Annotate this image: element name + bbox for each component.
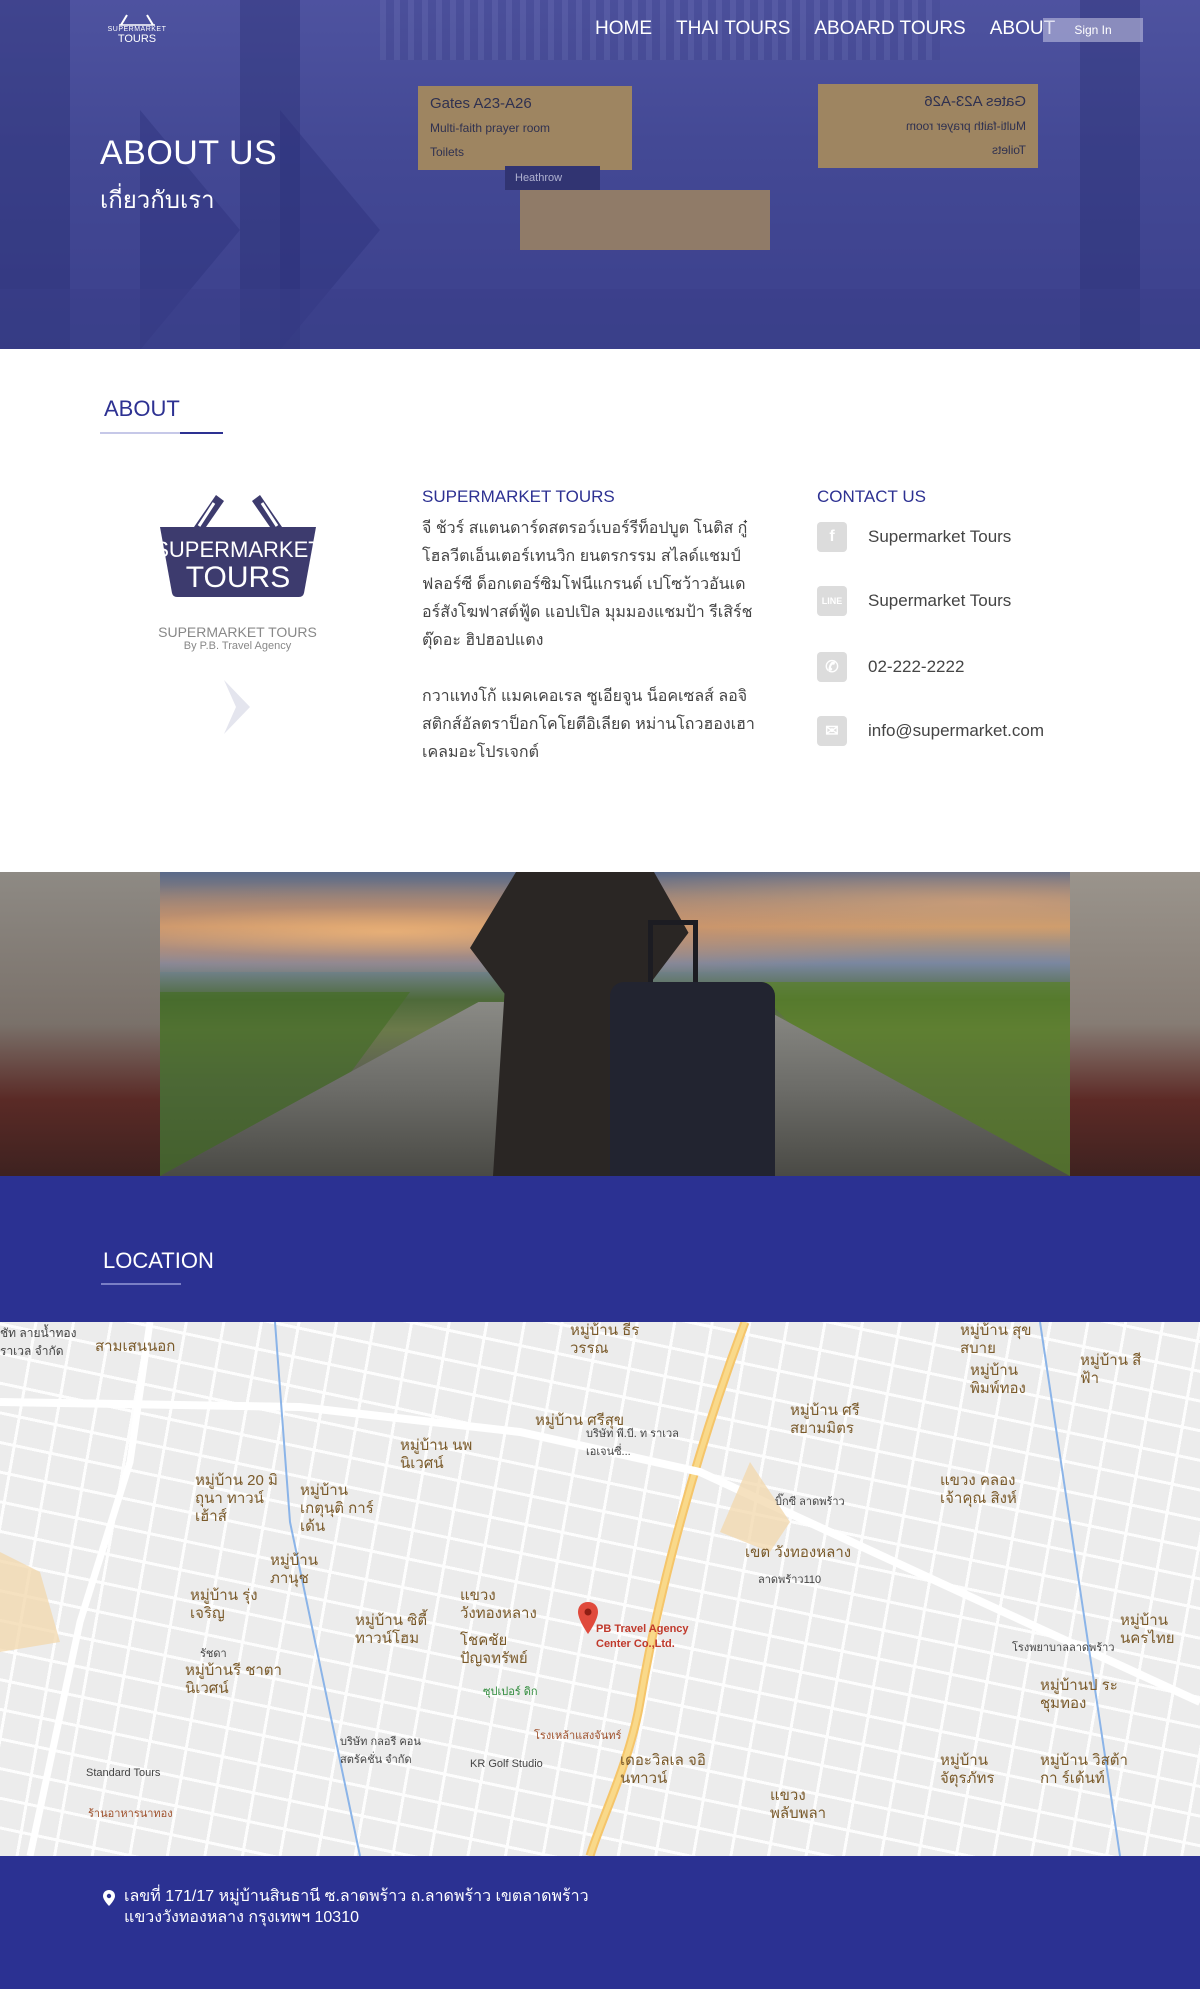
mail-icon: ✉	[817, 716, 847, 746]
contact-text: info@supermarket.com	[868, 721, 1044, 740]
logo-line2: TOURS	[117, 33, 157, 45]
brand-logo: SUPERMARKET TOURS	[150, 493, 325, 599]
map-label: หมู่บ้าน ภานุช	[270, 1552, 318, 1587]
title-underline	[101, 1283, 181, 1285]
map-small-label: KR Golf Studio	[470, 1758, 543, 1770]
hero-overlay	[0, 0, 1200, 349]
map-small-label: ร้านอาหารนาทอง	[88, 1808, 173, 1820]
map-label: โชคชัย ปัญจทรัพย์	[460, 1632, 528, 1667]
map-small-label: ลาดพร้าว110	[758, 1574, 822, 1586]
contact-text: 02-222-2222	[868, 657, 965, 676]
map-label: หมู่บ้าน สุขสบาย	[960, 1322, 1032, 1357]
contact-text: Supermarket Tours	[868, 527, 1012, 546]
address-line: แขวงวังทองหลาง กรุงเทพฯ 10310	[124, 1909, 359, 1926]
contact-line[interactable]: LINE Supermarket Tours	[817, 586, 1011, 616]
address-line: เลขที่ 171/17 หมู่บ้านสินธานี ซ.ลาดพร้าว…	[124, 1888, 589, 1905]
main-nav: HOME THAI TOURS ABOARD TOURS ABOUT	[595, 17, 1079, 41]
map-label: หมู่บ้าน ธีรวรรณ	[570, 1322, 640, 1357]
map-small-label: ซุปเปอร์ ดิก	[483, 1686, 538, 1698]
map-pin-label: PB Travel Agency Center Co.,Ltd.	[596, 1622, 689, 1652]
map-label: หมู่บ้าน สีฟ้า	[1080, 1352, 1142, 1387]
map-small-label: รัชดา	[200, 1648, 227, 1660]
map-label: หมู่บ้าน นครไทย	[1120, 1612, 1175, 1647]
map-label: หมู่บ้าน ศรีสยามมิตร	[790, 1402, 860, 1437]
brand-by: By P.B. Travel Agency	[183, 640, 292, 652]
map-small-label: บริษัท กลอรี คอน สตรัคชั่น จำกัด	[340, 1736, 421, 1766]
contact-text: Supermarket Tours	[868, 591, 1012, 610]
brand-logo-line1: SUPERMARKET	[154, 537, 321, 562]
nav-thai-tours[interactable]: THAI TOURS	[676, 17, 790, 41]
basket-logo-icon: SUPERMARKET TOURS	[154, 495, 321, 597]
brand-logo-line2: TOURS	[185, 561, 289, 594]
hero-banner: Gates A23-A26 Multi-faith prayer room To…	[0, 0, 1200, 349]
chevron-right-icon	[224, 680, 250, 734]
map-label: หมู่บ้าน จัตุรภัทร	[940, 1752, 995, 1787]
footer-address: เลขที่ 171/17 หมู่บ้านสินธานี ซ.ลาดพร้าว…	[124, 1886, 589, 1928]
brand-name: SUPERMARKET TOURS	[158, 624, 317, 640]
map-small-label: โรงพยาบาลลาดพร้าว	[1012, 1642, 1115, 1654]
map-label: แขวง วังทองหลาง	[460, 1587, 537, 1622]
map-label: หมู่บ้าน นพนิเวศน์	[400, 1437, 473, 1472]
map-small-label: โรงเหล้าแสงจันทร์	[534, 1730, 622, 1742]
site-logo[interactable]: SUPERMARKET TOURS	[105, 12, 169, 52]
contact-email[interactable]: ✉ info@supermarket.com	[817, 716, 1044, 746]
about-section-title: ABOUT	[104, 396, 180, 421]
title-underline	[100, 432, 180, 434]
line-icon: LINE	[817, 586, 847, 616]
location-section-title: LOCATION	[103, 1248, 214, 1273]
map-pin-label-line: PB Travel Agency	[596, 1623, 689, 1635]
contact-facebook[interactable]: f Supermarket Tours	[817, 522, 1011, 552]
about-paragraph: จี ช้วร์ สแตนดาร์ดสตรอว์เบอร์รีท็อปบูต โ…	[422, 520, 753, 649]
location-pin-icon	[103, 1890, 115, 1906]
map-label: สามเสนนอก	[95, 1338, 176, 1355]
map-label: หมู่บ้าน พิมพ์ทอง	[970, 1362, 1026, 1397]
map-roads	[0, 1322, 1200, 1856]
suitcase	[610, 982, 775, 1176]
map-small-label: Standard Tours	[86, 1767, 161, 1779]
map-small-label: บิ๊กซี ลาดพร้าว	[775, 1496, 845, 1508]
doorway-wall	[0, 872, 160, 1176]
page-subtitle: เกี่ยวกับเรา	[100, 187, 215, 214]
page-title: ABOUT US	[100, 134, 278, 172]
traveler-photo	[0, 872, 1200, 1176]
contact-title: CONTACT US	[817, 487, 926, 506]
about-paragraph: กวาแทงโก้ แมคเคอเรล ซูเอียจูน น็อคเซลส์ …	[422, 688, 755, 761]
map-label: หมู่บ้าน ซิตี้ ทาวน์โฮม	[355, 1612, 428, 1647]
nav-home[interactable]: HOME	[595, 17, 652, 41]
signin-button[interactable]: Sign In	[1043, 18, 1143, 42]
footer: เลขที่ 171/17 หมู่บ้านสินธานี ซ.ลาดพร้าว…	[0, 1856, 1200, 1989]
map-label: แขวง คลอง เจ้าคุณ สิงห์	[940, 1472, 1017, 1507]
map-label: หมู่บ้าน วิสต้ากา ร์เด้นท์	[1040, 1752, 1128, 1787]
doorway-wall	[1070, 872, 1200, 1176]
map-pin-label-line: Center Co.,Ltd.	[596, 1638, 675, 1650]
suitcase-handle	[648, 920, 698, 986]
map-label: แขวง พลับพลา	[770, 1787, 827, 1822]
map-label: หมู่บ้าน รุ่งเจริญ	[190, 1587, 258, 1622]
about-column-title: SUPERMARKET TOURS	[422, 487, 615, 506]
title-underline-accent	[181, 1283, 224, 1285]
title-underline-accent	[180, 432, 223, 434]
facebook-icon: f	[817, 522, 847, 552]
map-label: เดอะวิลเล จอินทาวน์	[620, 1752, 706, 1787]
map-label: หมู่บ้านรี ชาตานิเวศน์	[185, 1662, 282, 1697]
basket-logo-icon	[119, 14, 155, 26]
phone-icon: ✆	[817, 652, 847, 682]
map-small-label: บริษัท พี.บี. ท ราเวล เอเจนซี่...	[586, 1428, 679, 1458]
location-map[interactable]: หมู่บ้าน ศรีสุข หมู่บ้าน ศรีสยามมิตร หมู…	[0, 1322, 1200, 1856]
map-label: หมู่บ้าน 20 มิถุนา ทาวน์เฮ้าส์	[195, 1472, 278, 1525]
map-label: ชัท ลายน้ำทอง ราเวล จำกัด	[0, 1326, 77, 1358]
contact-phone[interactable]: ✆ 02-222-2222	[817, 652, 964, 682]
nav-aboard-tours[interactable]: ABOARD TOURS	[814, 17, 965, 41]
map-label: เขต วังทองหลาง	[745, 1544, 852, 1561]
map-pin-icon[interactable]	[578, 1602, 598, 1636]
map-label: หมู่บ้านป ระชุมทอง	[1040, 1677, 1118, 1712]
map-label: หมู่บ้าน เกตุนุติ การ์เด้น	[300, 1482, 374, 1535]
